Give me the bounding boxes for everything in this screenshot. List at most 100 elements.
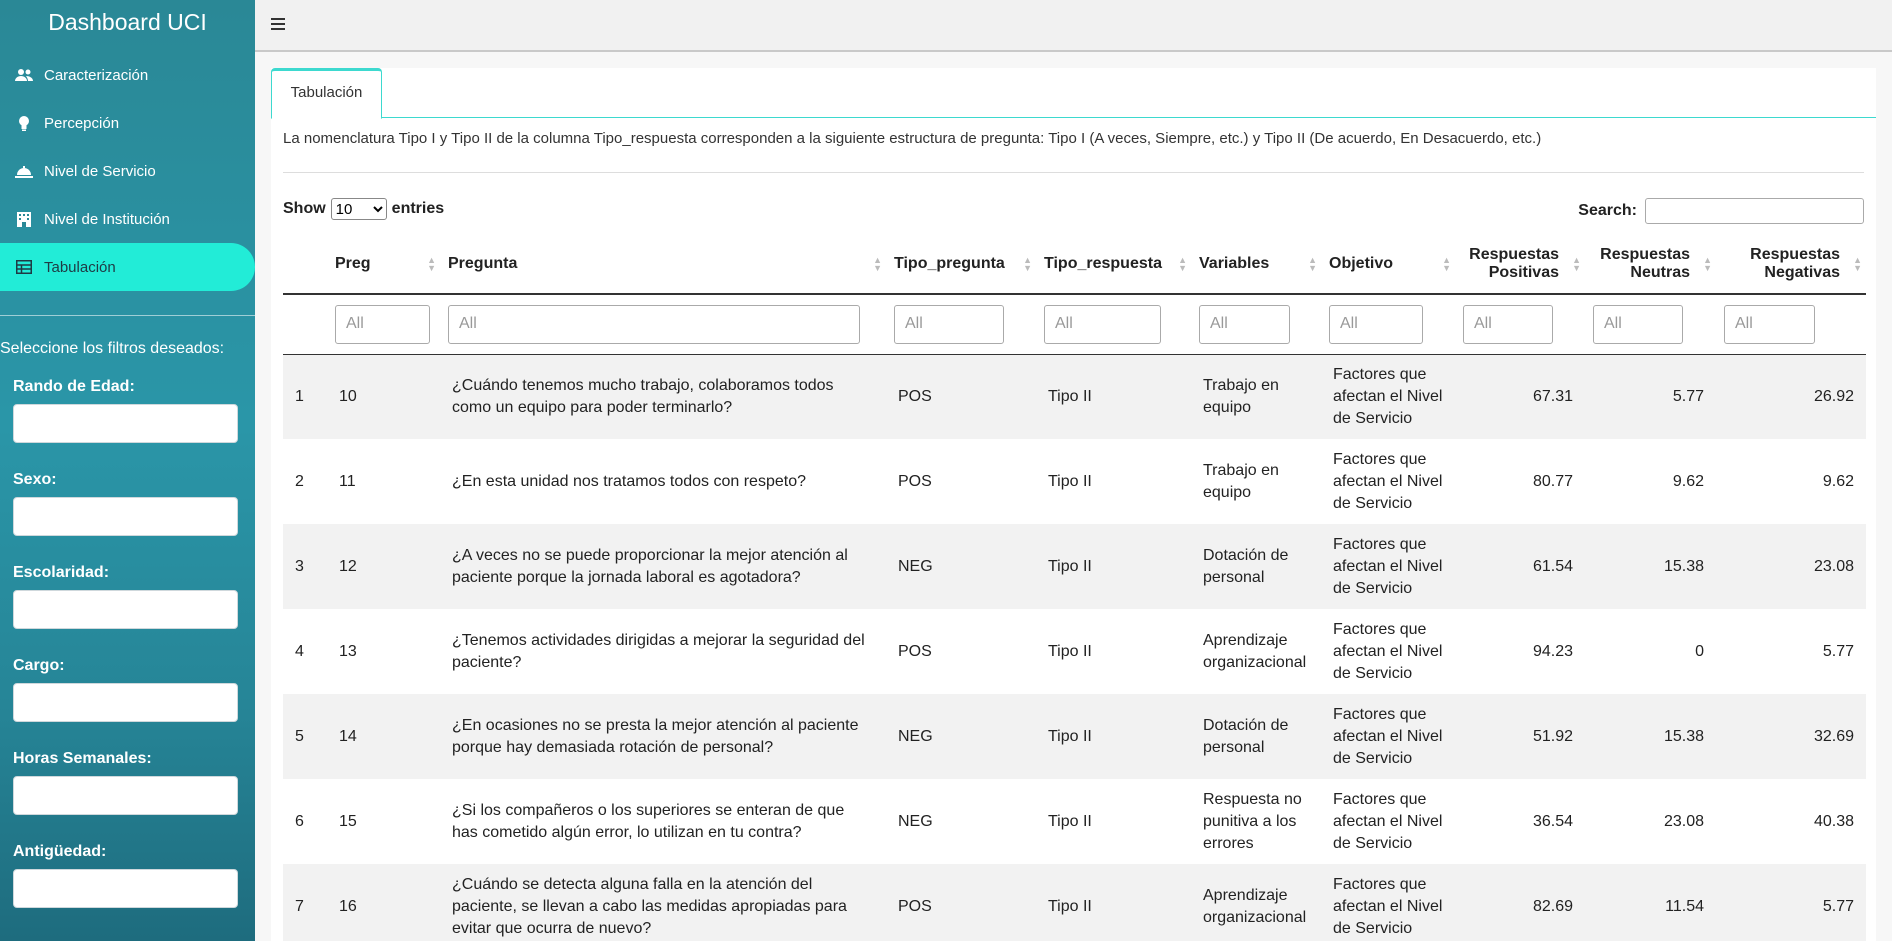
filter-neutras-input[interactable] [1593, 304, 1683, 344]
filter-pregunta-input[interactable] [448, 304, 860, 344]
cell-positivas: 80.77 [1455, 439, 1585, 524]
sidebar-item-nivel-servicio[interactable]: Nivel de Servicio [0, 147, 255, 195]
col-positivas[interactable]: Respuestas Positivas ▲ ▼ [1455, 234, 1585, 294]
filter-cell [1191, 294, 1321, 355]
cell-variables: Trabajo en equipo [1191, 354, 1321, 439]
filter-cell [1455, 294, 1585, 355]
cell-objetivo: Factores que afectan el Nivel de Servici… [1321, 524, 1455, 609]
filter-antiguedad: Antigüedad: [0, 843, 255, 908]
cell-index: 7 [283, 864, 327, 941]
filter-positivas-input[interactable] [1463, 304, 1553, 344]
cell-objetivo: Factores que afectan el Nivel de Servici… [1321, 779, 1455, 864]
entries-select[interactable]: 10 [330, 198, 387, 220]
sidebar-item-nivel-institucion[interactable]: Nivel de Institución [0, 195, 255, 243]
cell-tipo-respuesta: Tipo II [1036, 694, 1191, 779]
table-row[interactable]: 3 12 ¿A veces no se puede proporcionar l… [283, 524, 1866, 609]
cell-preg: 13 [327, 609, 440, 694]
cell-variables: Trabajo en equipo [1191, 439, 1321, 524]
filter-cell [440, 294, 886, 355]
cell-objetivo: Factores que afectan el Nivel de Servici… [1321, 609, 1455, 694]
col-neutras[interactable]: Respuestas Neutras ▲ ▼ [1585, 234, 1716, 294]
col-tipo-respuesta[interactable]: Tipo_respuesta ▲ ▼ [1036, 234, 1191, 294]
col-label: Pregunta [448, 254, 518, 272]
table-row[interactable]: 2 11 ¿En esta unidad nos tratamos todos … [283, 439, 1866, 524]
filter-sexo-input[interactable] [13, 497, 238, 536]
sort-icon: ▲ ▼ [1572, 254, 1581, 273]
cell-positivas: 67.31 [1455, 354, 1585, 439]
cell-tipo-pregunta: NEG [886, 779, 1036, 864]
table-row[interactable]: 7 16 ¿Cuándo se detecta alguna falla en … [283, 864, 1866, 941]
table-row[interactable]: 4 13 ¿Tenemos actividades dirigidas a me… [283, 609, 1866, 694]
cell-preg: 16 [327, 864, 440, 941]
filter-label: Rando de Edad: [13, 378, 135, 395]
cell-positivas: 61.54 [1455, 524, 1585, 609]
users-icon [14, 67, 34, 83]
filter-label: Horas Semanales: [13, 750, 152, 767]
filter-variables-input[interactable] [1199, 304, 1290, 344]
table-row[interactable]: 1 10 ¿Cuándo tenemos mucho trabajo, cola… [283, 354, 1866, 439]
table-icon [14, 259, 34, 275]
filter-edad-input[interactable] [13, 404, 238, 443]
cell-tipo-pregunta: POS [886, 354, 1036, 439]
filter-objetivo-input[interactable] [1329, 304, 1423, 344]
cell-pregunta: ¿Si los compañeros o los superiores se e… [440, 779, 886, 864]
col-tipo-pregunta[interactable]: Tipo_pregunta ▲ ▼ [886, 234, 1036, 294]
search-input[interactable] [1645, 198, 1864, 224]
sidebar-item-label: Tabulación [44, 258, 116, 276]
cell-preg: 10 [327, 354, 440, 439]
lightbulb-icon [14, 115, 34, 131]
table-row[interactable]: 5 14 ¿En ocasiones no se presta la mejor… [283, 694, 1866, 779]
sort-icon: ▲ ▼ [1853, 254, 1862, 273]
cell-pregunta: ¿A veces no se puede proporcionar la mej… [440, 524, 886, 609]
col-label: Respuestas Positivas [1469, 245, 1559, 281]
filter-cargo-input[interactable] [13, 683, 238, 722]
cell-neutras: 23.08 [1585, 779, 1716, 864]
col-variables[interactable]: Variables ▲ ▼ [1191, 234, 1321, 294]
cell-tipo-pregunta: POS [886, 609, 1036, 694]
tab-tabulacion[interactable]: Tabulación [271, 68, 382, 119]
filter-negativas-input[interactable] [1724, 304, 1815, 344]
cell-negativas: 23.08 [1716, 524, 1866, 609]
col-preg[interactable]: Preg ▲ ▼ [327, 234, 440, 294]
cell-tipo-respuesta: Tipo II [1036, 779, 1191, 864]
filter-tipo-pregunta-input[interactable] [894, 304, 1004, 344]
cell-positivas: 51.92 [1455, 694, 1585, 779]
cell-neutras: 5.77 [1585, 354, 1716, 439]
filter-cell [1321, 294, 1455, 355]
cell-objetivo: Factores que afectan el Nivel de Servici… [1321, 864, 1455, 941]
sort-icon: ▲ ▼ [1442, 254, 1451, 273]
filter-label: Antigüedad: [13, 843, 107, 860]
sidebar-nav: Caracterización Percepción Nivel de Serv… [0, 51, 255, 291]
column-filter-row [283, 294, 1866, 355]
sidebar-item-tabulacion[interactable]: Tabulación [0, 243, 255, 291]
col-objetivo[interactable]: Objetivo ▲ ▼ [1321, 234, 1455, 294]
cell-index: 6 [283, 779, 327, 864]
cell-tipo-pregunta: NEG [886, 694, 1036, 779]
hospital-icon [14, 211, 34, 227]
filter-tipo-respuesta-input[interactable] [1044, 304, 1161, 344]
cell-tipo-respuesta: Tipo II [1036, 439, 1191, 524]
filter-label: Sexo: [13, 471, 57, 488]
show-label: Show [283, 200, 326, 217]
sidebar-item-caracterizacion[interactable]: Caracterización [0, 51, 255, 99]
filter-preg-input[interactable] [335, 304, 430, 344]
cell-preg: 12 [327, 524, 440, 609]
sidebar-item-percepcion[interactable]: Percepción [0, 99, 255, 147]
col-negativas[interactable]: Respuestas Negativas ▲ ▼ [1716, 234, 1866, 294]
col-label: Tipo_respuesta [1044, 254, 1162, 272]
sidebar-item-label: Percepción [44, 114, 120, 132]
cell-preg: 11 [327, 439, 440, 524]
filter-horas-input[interactable] [13, 776, 238, 815]
table-row[interactable]: 6 15 ¿Si los compañeros o los superiores… [283, 779, 1866, 864]
tipo-note: La nomenclatura Tipo I y Tipo II de la c… [283, 130, 1542, 147]
col-index [283, 234, 327, 294]
cell-neutras: 0 [1585, 609, 1716, 694]
cell-index: 5 [283, 694, 327, 779]
filter-antiguedad-input[interactable] [13, 869, 238, 908]
filter-escolaridad-input[interactable] [13, 590, 238, 629]
col-pregunta[interactable]: Pregunta ▲ ▼ [440, 234, 886, 294]
cell-objetivo: Factores que afectan el Nivel de Servici… [1321, 694, 1455, 779]
hamburger-icon[interactable] [271, 14, 285, 35]
cell-index: 1 [283, 354, 327, 439]
cell-objetivo: Factores que afectan el Nivel de Servici… [1321, 439, 1455, 524]
